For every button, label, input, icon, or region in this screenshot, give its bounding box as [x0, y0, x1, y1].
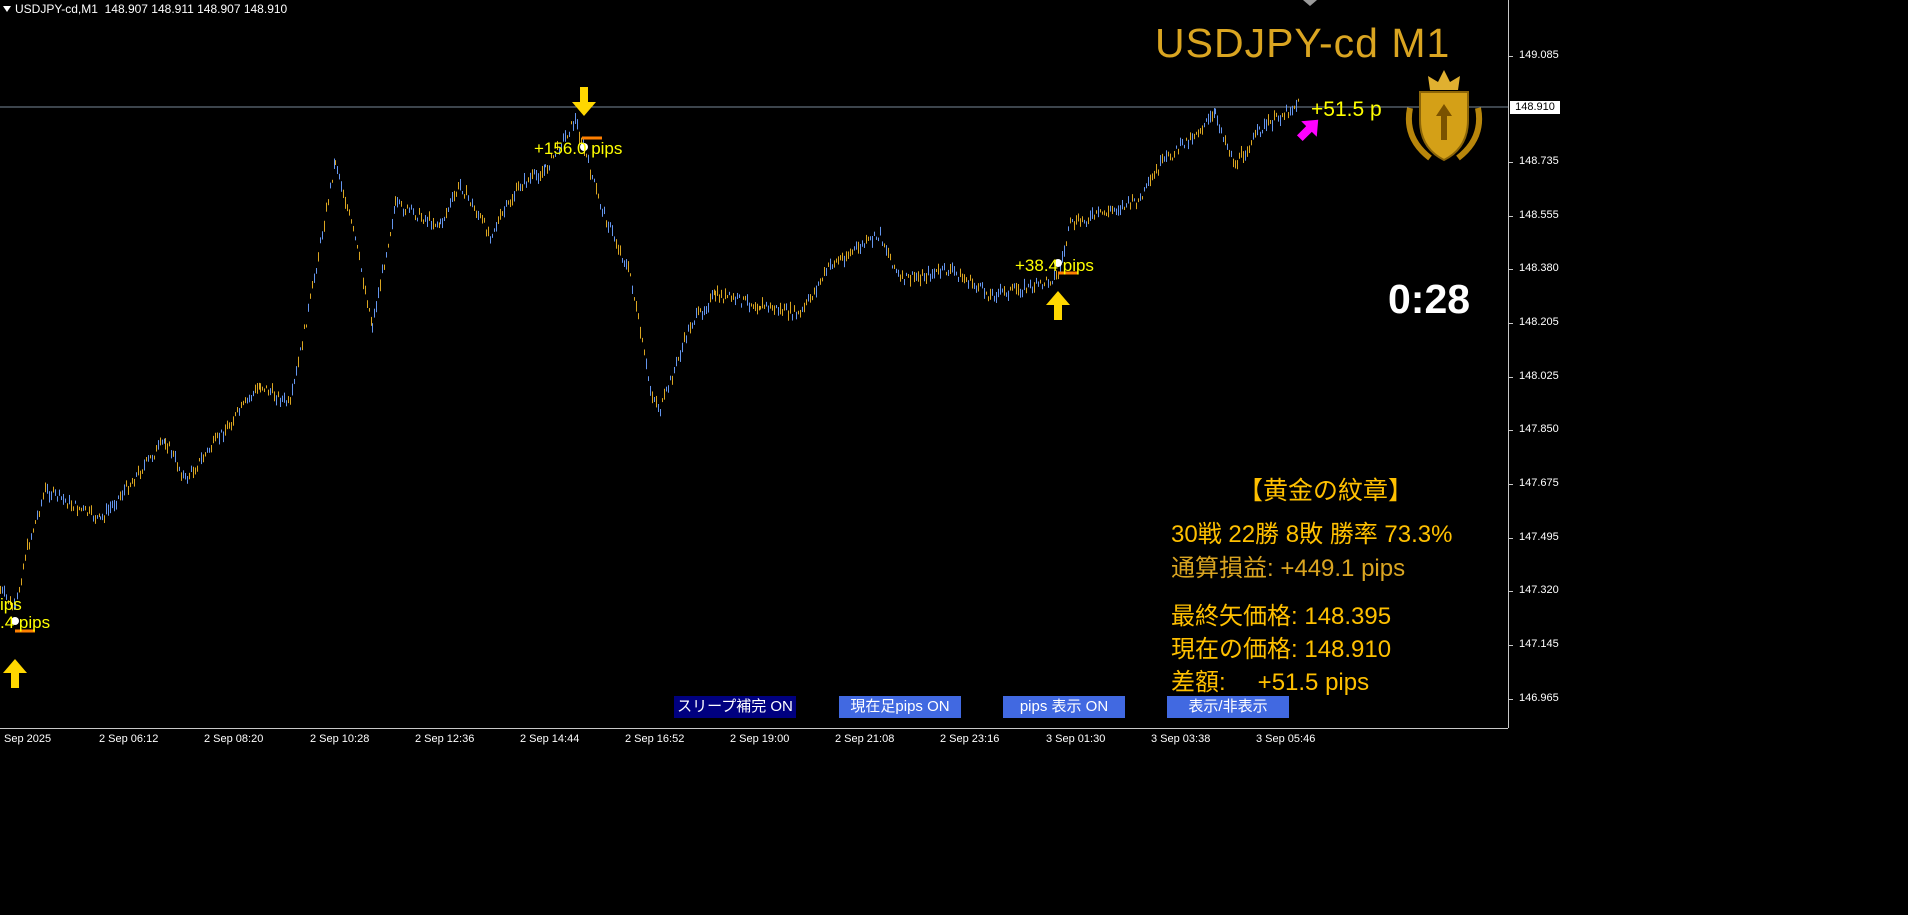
time-tick: 2 Sep 08:20: [204, 733, 264, 745]
time-tick: 3 Sep 03:38: [1151, 733, 1211, 745]
stats-diff-value: +51.5 pips: [1257, 669, 1370, 696]
symbol-title: USDJPY-cd M1: [1155, 20, 1451, 66]
stats-total-pl: 通算損益: +449.1 pips: [1171, 555, 1406, 582]
stats-current-price: 現在の価格: 148.910: [1171, 629, 1391, 664]
chevron-down-icon[interactable]: [3, 6, 11, 12]
stats-last-arrow-price: 最終矢価格: 148.395: [1171, 596, 1391, 631]
pips-label-peak: +156.0 pips: [534, 139, 623, 158]
chart-header: USDJPY-cd,M1 148.907 148.911 148.907 148…: [0, 2, 287, 16]
price-tick: 147.850: [1509, 423, 1559, 435]
gold-crest-emblem-icon: [1406, 70, 1482, 162]
price-tick: 147.145: [1509, 638, 1559, 650]
time-tick: 2 Sep 23:16: [940, 733, 1000, 745]
pips-label-current: +51.5 p: [1311, 98, 1382, 121]
arrow-up-icon: [3, 659, 27, 688]
time-tick: 2 Sep 14:44: [520, 733, 580, 745]
price-tick: 147.320: [1509, 584, 1559, 596]
price-tick: 146.965: [1509, 692, 1559, 704]
price-tick: 148.205: [1509, 316, 1559, 328]
arrow-up-icon: [1046, 291, 1070, 320]
ohlc-values: 148.907 148.911 148.907 148.910: [104, 2, 288, 16]
time-tick: 3 Sep 01:30: [1046, 733, 1106, 745]
stats-last-arrow-price-label: 最終矢価格:: [1171, 603, 1298, 630]
stats-last-arrow-price-value: 148.395: [1304, 603, 1392, 630]
time-tick: 2 Sep 21:08: [835, 733, 895, 745]
current-price-tag: 148.910: [1510, 101, 1560, 114]
arrow-down-icon: [572, 87, 596, 116]
current-bar-pips-button[interactable]: 現在足pips ON: [839, 696, 961, 718]
show-hide-button[interactable]: 表示/非表示: [1167, 696, 1289, 718]
pips-label-left: .4 pips: [0, 613, 51, 632]
candle-series: [0, 98, 1299, 611]
price-tick: 148.380: [1509, 262, 1559, 274]
time-tick: 2 Sep 19:00: [730, 733, 790, 745]
time-tick: 2 Sep 10:28: [310, 733, 370, 745]
price-tick: 148.735: [1509, 155, 1559, 167]
stats-panel-title: 【黄金の紋章】: [1238, 477, 1414, 505]
time-axis[interactable]: Sep 2025 2 Sep 06:12 2 Sep 08:20 2 Sep 1…: [0, 728, 1508, 751]
pips-label-mid: +38.4 pips: [1015, 256, 1094, 275]
chart-window[interactable]: USDJPY-cd,M1 148.907 148.911 148.907 148…: [0, 0, 1568, 751]
stats-diff-label: 差額:: [1171, 669, 1226, 696]
pips-label-left-top: ips: [0, 595, 22, 614]
time-tick: 2 Sep 16:52: [625, 733, 685, 745]
stats-record: 30戦 22勝 8敗 勝率 73.3%: [1171, 521, 1453, 548]
stats-current-price-value: 148.910: [1304, 636, 1392, 663]
time-tick: Sep 2025: [4, 733, 52, 745]
bar-countdown: 0:28: [1388, 276, 1471, 322]
pips-display-button[interactable]: pips 表示 ON: [1003, 696, 1125, 718]
symbol-timeframe: USDJPY-cd,M1: [15, 2, 98, 16]
price-tick: 148.555: [1509, 209, 1559, 221]
price-tick: 149.085: [1509, 49, 1559, 61]
time-tick: 2 Sep 12:36: [415, 733, 475, 745]
price-tick: 147.495: [1509, 531, 1559, 543]
price-tick: 148.025: [1509, 370, 1559, 382]
stats-current-price-label: 現在の価格:: [1171, 636, 1298, 663]
stats-diff: 差額: +51.5 pips: [1171, 662, 1369, 697]
time-tick: 3 Sep 05:46: [1256, 733, 1316, 745]
chart-shift-marker[interactable]: [1303, 0, 1317, 6]
sleep-complement-button[interactable]: スリープ補完 ON: [674, 696, 796, 718]
price-tick: 147.675: [1509, 477, 1559, 489]
time-tick: 2 Sep 06:12: [99, 733, 159, 745]
